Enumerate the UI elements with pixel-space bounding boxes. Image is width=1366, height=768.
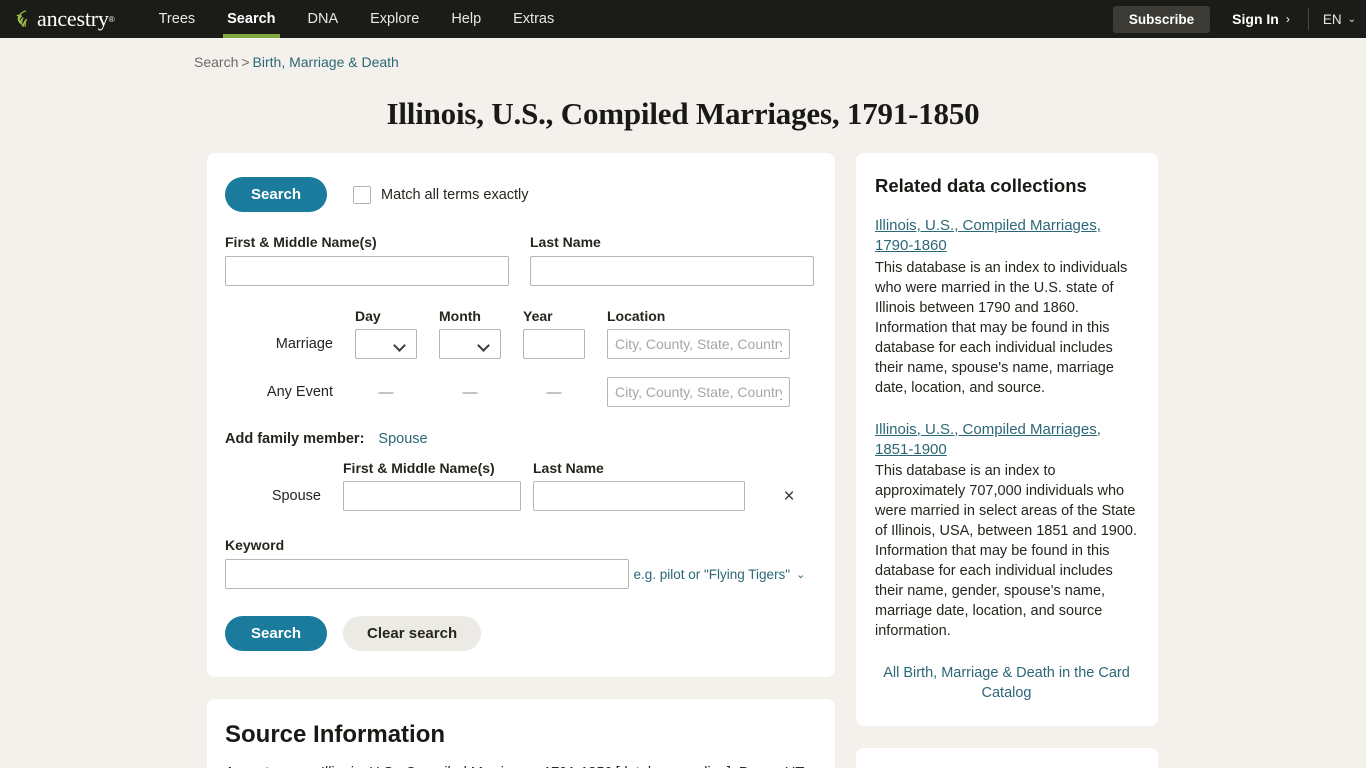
- nav-item-extras[interactable]: Extras: [497, 0, 570, 38]
- chevron-down-icon: ⌄: [796, 569, 806, 581]
- search-form-card: Search Match all terms exactly First & M…: [207, 153, 835, 677]
- top-navigation-bar: ancestry ® Trees Search DNA Explore Help …: [0, 0, 1366, 38]
- last-name-label: Last Name: [530, 234, 601, 250]
- location-column-header: Location: [607, 308, 666, 324]
- more-help-card: More help: [856, 747, 1158, 768]
- breadcrumb-separator: >: [241, 54, 250, 70]
- spouse-first-name-input[interactable]: [343, 481, 521, 511]
- first-name-group: First & Middle Name(s): [225, 234, 509, 286]
- any-event-location-input[interactable]: [607, 377, 790, 407]
- language-selector[interactable]: EN ⌄: [1323, 12, 1356, 27]
- any-event-year-dash: —: [546, 383, 562, 401]
- match-all-terms-label: Match all terms exactly: [381, 186, 529, 203]
- keyword-group: Keyword e.g. pilot or "Flying Tigers" ⌄: [225, 537, 815, 589]
- source-information-body: Ancestry.com. Illinois, U.S., Compiled M…: [225, 763, 815, 768]
- any-event-day-dash: —: [378, 383, 394, 401]
- search-button-top[interactable]: Search: [225, 177, 328, 212]
- marriage-row-label: Marriage: [275, 336, 333, 352]
- chevron-down-icon: ⌄: [1347, 13, 1356, 25]
- grid-row-spacer: [225, 359, 343, 377]
- page-content: Search Match all terms exactly First & M…: [0, 153, 1366, 768]
- spouse-first-name-header: First & Middle Name(s): [343, 460, 495, 476]
- sign-in-link[interactable]: Sign In ›: [1232, 11, 1290, 27]
- marriage-location-input[interactable]: [607, 329, 790, 359]
- leaf-icon: [16, 10, 28, 28]
- subscribe-button[interactable]: Subscribe: [1112, 5, 1211, 33]
- breadcrumb-search-link[interactable]: Search: [194, 54, 238, 70]
- card-catalog-link[interactable]: All Birth, Marriage & Death in the Card …: [875, 663, 1138, 704]
- language-label: EN: [1322, 11, 1342, 27]
- last-name-input[interactable]: [530, 256, 814, 286]
- first-name-label: First & Middle Name(s): [225, 234, 377, 250]
- marriage-day-select[interactable]: [355, 329, 417, 359]
- last-name-group: Last Name: [530, 234, 814, 286]
- first-name-input[interactable]: [225, 256, 509, 286]
- related-collections-card: Related data collections Illinois, U.S.,…: [856, 153, 1158, 726]
- main-column: Search Match all terms exactly First & M…: [207, 153, 835, 768]
- day-column-header: Day: [355, 308, 381, 324]
- search-top-row: Search Match all terms exactly: [225, 177, 815, 212]
- related-collection-link[interactable]: Illinois, U.S., Compiled Marriages, 1851…: [875, 421, 1101, 458]
- nav-item-search[interactable]: Search: [211, 0, 291, 38]
- nav-item-dna[interactable]: DNA: [292, 0, 355, 38]
- nav-right-cluster: Subscribe Sign In › EN ⌄: [1112, 0, 1366, 38]
- page-title: Illinois, U.S., Compiled Marriages, 1791…: [386, 96, 980, 131]
- source-information-title: Source Information: [225, 721, 446, 748]
- year-column-header: Year: [523, 308, 553, 324]
- add-family-member-row: Add family member: Spouse: [225, 431, 815, 447]
- primary-nav-items: Trees Search DNA Explore Help Extras: [143, 0, 571, 38]
- any-event-month-dash: —: [462, 383, 478, 401]
- marriage-year-input[interactable]: [523, 329, 585, 359]
- nav-item-trees[interactable]: Trees: [143, 0, 212, 38]
- spouse-last-name-input[interactable]: [533, 481, 745, 511]
- chevron-right-icon: ›: [1285, 12, 1290, 26]
- breadcrumb: Search > Birth, Marriage & Death: [0, 38, 1366, 70]
- spouse-fields-grid: First & Middle Name(s) Last Name Spouse …: [225, 460, 815, 511]
- logo-wordmark: ancestry: [37, 6, 109, 31]
- ancestry-logo[interactable]: ancestry ®: [0, 0, 129, 38]
- form-actions-row: Search Clear search: [225, 616, 815, 651]
- keyword-hint-text: e.g. pilot or "Flying Tigers": [633, 567, 791, 582]
- keyword-hint-toggle[interactable]: e.g. pilot or "Flying Tigers" ⌄: [633, 567, 805, 582]
- keyword-label: Keyword: [225, 537, 285, 553]
- any-event-row-label: Any Event: [266, 384, 333, 400]
- related-collection-link[interactable]: Illinois, U.S., Compiled Marriages, 1790…: [875, 217, 1101, 254]
- related-collection-item: Illinois, U.S., Compiled Marriages, 1851…: [875, 420, 1138, 642]
- spouse-last-name-header: Last Name: [533, 460, 604, 476]
- event-date-grid: Day Month Year Location Marriage Any Eve…: [225, 308, 815, 407]
- spouse-row-label: Spouse: [271, 488, 321, 504]
- match-all-terms-checkbox[interactable]: [353, 185, 372, 204]
- breadcrumb-current-link[interactable]: Birth, Marriage & Death: [253, 54, 399, 70]
- marriage-month-select[interactable]: [439, 329, 501, 359]
- source-information-card: Source Information Ancestry.com. Illinoi…: [207, 699, 835, 768]
- related-collection-item: Illinois, U.S., Compiled Marriages, 1790…: [875, 216, 1138, 398]
- search-button-bottom[interactable]: Search: [225, 616, 328, 651]
- month-column-header: Month: [439, 308, 481, 324]
- remove-spouse-icon[interactable]: ×: [757, 487, 815, 506]
- sign-in-label: Sign In: [1232, 11, 1279, 27]
- sidebar-column: Related data collections Illinois, U.S.,…: [856, 153, 1158, 768]
- keyword-input[interactable]: [225, 559, 629, 589]
- nav-item-explore[interactable]: Explore: [354, 0, 435, 38]
- related-collections-title: Related data collections: [875, 175, 1087, 196]
- add-spouse-link[interactable]: Spouse: [378, 431, 427, 447]
- related-collection-description: This database is an index to individuals…: [875, 259, 1128, 396]
- clear-search-button[interactable]: Clear search: [343, 616, 482, 651]
- add-family-member-label: Add family member:: [225, 431, 365, 447]
- name-fields-row: First & Middle Name(s) Last Name: [225, 234, 815, 286]
- logo-trademark: ®: [108, 14, 115, 24]
- nav-item-help[interactable]: Help: [435, 0, 497, 38]
- nav-divider: [1307, 8, 1309, 30]
- related-collection-description: This database is an index to approximate…: [875, 463, 1137, 639]
- match-all-terms-group[interactable]: Match all terms exactly: [353, 185, 529, 204]
